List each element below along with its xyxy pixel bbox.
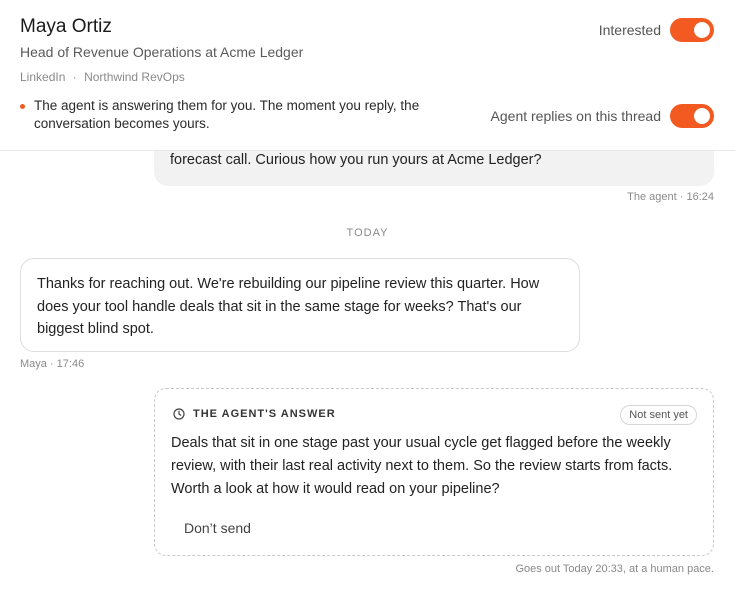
clock-icon [173,408,185,420]
dont-send-button[interactable]: Don’t send [173,516,262,540]
agent-notice-text: The agent is answering them for you. The… [34,98,420,131]
incoming-message: Thanks for reaching out. We're rebuildin… [20,258,580,352]
day-divider: TODAY [346,227,389,239]
contact-name: Maya Ortiz [20,16,112,37]
interested-label: Interested [598,22,661,38]
interested-toggle-row: Interested [599,18,714,42]
toggle-knob [694,22,710,38]
outgoing-message-meta: The agent · 16:24 [627,191,714,203]
agent-notice: The agent is answering them for you. The… [20,97,460,133]
source-separator: · [72,70,77,84]
draft-header: THE AGENT'S ANSWER [173,408,336,420]
status-badge: Not sent yet [620,405,697,425]
source-workspace: Northwind RevOps [84,70,185,84]
incoming-message-meta: Maya · 17:46 [20,358,85,370]
agent-replies-toggle[interactable] [670,104,714,128]
contact-header: Maya Ortiz Head of Revenue Operations at… [0,0,735,151]
toggle-knob [694,108,710,124]
agent-replies-label: Agent replies on this thread [490,108,661,124]
source-channel: LinkedIn [20,70,66,84]
contact-source: LinkedIn · Northwind RevOps [20,70,185,84]
agent-draft-card: THE AGENT'S ANSWER Not sent yet Deals th… [154,388,714,556]
draft-title: THE AGENT'S ANSWER [193,408,336,420]
draft-body: Deals that sit in one stage past your us… [171,435,673,497]
send-schedule-note: Goes out Today 20:33, at a human pace. [515,563,714,575]
interested-toggle[interactable] [670,18,714,42]
contact-role: Head of Revenue Operations at Acme Ledge… [20,44,304,60]
notice-dot-icon [20,104,25,109]
agent-replies-toggle-row: Agent replies on this thread [491,104,714,128]
